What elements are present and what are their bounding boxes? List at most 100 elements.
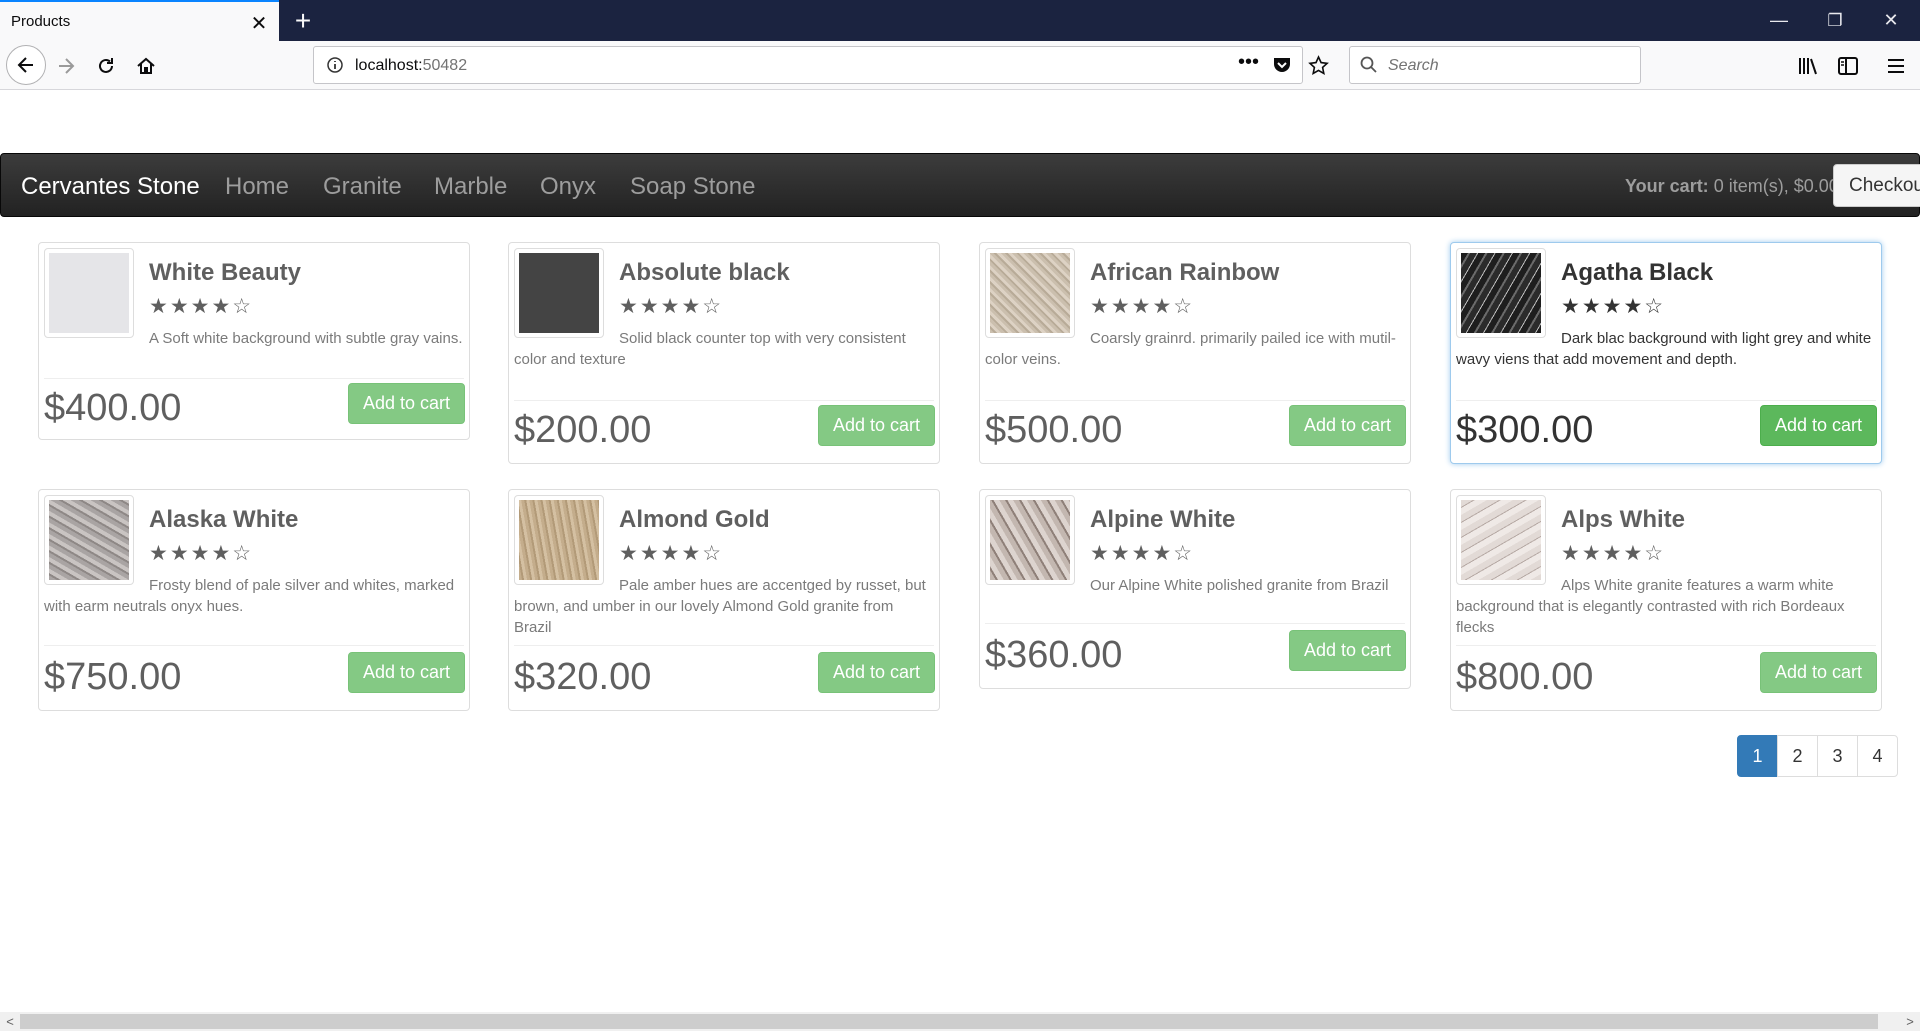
tab-title: Products [11, 13, 71, 30]
cart-label: Your cart: [1625, 176, 1709, 196]
product-description: Solid black counter top with very consis… [514, 330, 906, 368]
product-card: African Rainbow ★★★★☆ Coarsly grainrd. p… [979, 242, 1411, 464]
star-rating: ★★★★☆ [619, 295, 724, 318]
add-to-cart-button[interactable]: Add to cart [1289, 630, 1406, 671]
star-rating: ★★★★☆ [1090, 542, 1195, 565]
cart-summary: Your cart: 0 item(s), $0.00 [1625, 176, 1839, 197]
product-description: Our Alpine White polished granite from B… [1090, 577, 1389, 594]
search-placeholder: Search [1388, 57, 1439, 74]
scroll-right-icon[interactable]: > [1900, 1012, 1920, 1031]
close-window-icon[interactable]: ✕ [1868, 0, 1914, 41]
add-to-cart-button[interactable]: Add to cart [348, 652, 465, 693]
search-icon [1360, 56, 1378, 79]
divider [985, 623, 1405, 624]
nav-link-home[interactable]: Home [225, 173, 289, 201]
product-card: Alaska White ★★★★☆ Frosty blend of pale … [38, 489, 470, 711]
divider [985, 400, 1405, 401]
scrollbar-thumb[interactable] [20, 1014, 1878, 1029]
reload-icon[interactable] [89, 49, 123, 83]
product-card: White Beauty ★★★★☆ A Soft white backgrou… [38, 242, 470, 440]
product-name[interactable]: Almond Gold [619, 506, 770, 534]
menu-icon[interactable] [1879, 49, 1913, 83]
minimize-window-icon[interactable]: — [1756, 0, 1802, 41]
restore-window-icon[interactable]: ❐ [1812, 0, 1858, 41]
product-price: $360.00 [985, 634, 1123, 676]
star-rating: ★★★★☆ [1561, 542, 1666, 565]
sidebar-icon[interactable] [1831, 49, 1865, 83]
product-image [49, 500, 129, 580]
product-price: $300.00 [1456, 409, 1594, 451]
product-name[interactable]: Absolute black [619, 259, 790, 287]
product-thumbnail [514, 495, 604, 585]
product-card: Almond Gold ★★★★☆ Pale amber hues are ac… [508, 489, 940, 711]
product-price: $800.00 [1456, 656, 1594, 698]
star-rating: ★★★★☆ [1090, 295, 1195, 318]
product-card: Alpine White ★★★★☆ Our Alpine White poli… [979, 489, 1411, 689]
product-card: Alps White ★★★★☆ Alps White granite feat… [1450, 489, 1882, 711]
add-to-cart-button[interactable]: Add to cart [818, 405, 935, 446]
add-to-cart-button[interactable]: Add to cart [818, 652, 935, 693]
divider [1456, 400, 1876, 401]
product-name[interactable]: African Rainbow [1090, 259, 1279, 287]
site-navbar: Cervantes Stone Home Granite Marble Onyx… [0, 153, 1920, 217]
home-icon[interactable] [129, 49, 163, 83]
product-thumbnail [985, 495, 1075, 585]
star-rating: ★★★★☆ [149, 542, 254, 565]
product-price: $200.00 [514, 409, 652, 451]
product-thumbnail [1456, 248, 1546, 338]
product-name[interactable]: White Beauty [149, 259, 301, 287]
page-2-button[interactable]: 2 [1777, 735, 1818, 777]
product-image [1461, 253, 1541, 333]
forward-arrow-icon[interactable] [49, 49, 83, 83]
product-description: Frosty blend of pale silver and whites, … [44, 577, 455, 615]
add-to-cart-button[interactable]: Add to cart [348, 383, 465, 424]
browser-tab-products[interactable]: Products ✕ [0, 0, 279, 41]
product-thumbnail [514, 248, 604, 338]
product-card: Absolute black ★★★★☆ Solid black counter… [508, 242, 940, 464]
product-name[interactable]: Alaska White [149, 506, 298, 534]
pocket-icon[interactable] [1272, 56, 1292, 79]
product-name[interactable]: Agatha Black [1561, 259, 1713, 287]
scroll-left-icon[interactable]: < [0, 1012, 20, 1031]
nav-link-granite[interactable]: Granite [323, 173, 402, 201]
address-bar[interactable]: localhost:50482 ••• [313, 46, 1329, 84]
add-to-cart-button[interactable]: Add to cart [1760, 652, 1877, 693]
page-1-button[interactable]: 1 [1737, 735, 1778, 777]
product-thumbnail [1456, 495, 1546, 585]
close-tab-icon[interactable]: ✕ [245, 9, 273, 37]
brand-link[interactable]: Cervantes Stone [21, 173, 200, 201]
cart-value: 0 item(s), $0.00 [1713, 176, 1839, 196]
info-icon[interactable] [326, 56, 344, 79]
nav-link-marble[interactable]: Marble [434, 173, 507, 201]
product-image [519, 500, 599, 580]
product-thumbnail [44, 495, 134, 585]
library-icon[interactable] [1791, 49, 1825, 83]
product-image [49, 253, 129, 333]
product-thumbnail [44, 248, 134, 338]
back-arrow-icon[interactable] [6, 45, 46, 85]
page-3-button[interactable]: 3 [1817, 735, 1858, 777]
add-to-cart-button[interactable]: Add to cart [1289, 405, 1406, 446]
product-name[interactable]: Alpine White [1090, 506, 1235, 534]
add-to-cart-button[interactable]: Add to cart [1760, 405, 1877, 446]
product-description: Dark blac background with light grey and… [1456, 330, 1872, 368]
horizontal-scrollbar[interactable]: < > [0, 1012, 1920, 1031]
product-image [519, 253, 599, 333]
new-tab-icon[interactable]: + [287, 4, 319, 38]
divider [44, 378, 464, 379]
product-name[interactable]: Alps White [1561, 506, 1685, 534]
page-actions-icon[interactable]: ••• [1238, 51, 1259, 74]
product-description: Pale amber hues are accentged by russet,… [514, 577, 926, 636]
divider [1456, 645, 1876, 646]
nav-link-onyx[interactable]: Onyx [540, 173, 596, 201]
bookmark-star-icon[interactable] [1308, 55, 1329, 81]
search-input[interactable]: Search [1349, 46, 1641, 84]
url-text: localhost:50482 [355, 57, 468, 74]
product-price: $750.00 [44, 656, 182, 698]
product-card-highlighted: Agatha Black ★★★★☆ Dark blac background … [1450, 242, 1882, 464]
page-4-button[interactable]: 4 [1857, 735, 1898, 777]
star-rating: ★★★★☆ [149, 295, 254, 318]
checkout-button[interactable]: Checkout [1833, 164, 1920, 207]
nav-link-soap-stone[interactable]: Soap Stone [630, 173, 755, 201]
pagination: 1 2 3 4 [1737, 735, 1898, 777]
